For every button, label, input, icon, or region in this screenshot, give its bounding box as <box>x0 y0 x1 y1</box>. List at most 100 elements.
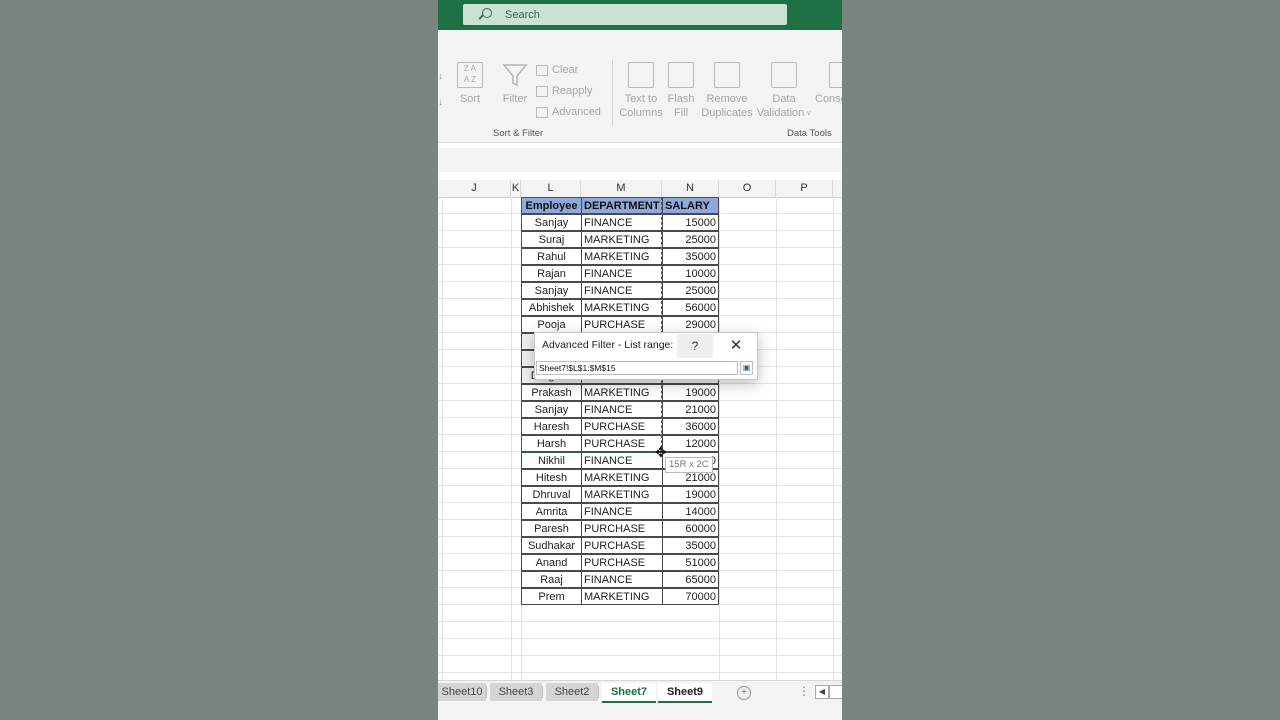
table-cell[interactable]: MARKETING <box>581 384 663 401</box>
tab-sheet2[interactable]: Sheet2 <box>546 683 599 701</box>
table-cell[interactable]: FINANCE <box>581 452 663 469</box>
table-cell[interactable]: MARKETING <box>581 486 663 503</box>
table-cell[interactable]: FINANCE <box>581 503 663 520</box>
table-cell[interactable]: 60000 <box>662 520 719 537</box>
table-cell[interactable]: 12000 <box>662 435 719 452</box>
add-sheet-icon[interactable]: + <box>737 686 751 700</box>
data-validation-button[interactable]: Data Validation ˅ <box>754 62 814 121</box>
table-cell[interactable]: MARKETING <box>581 469 663 486</box>
table-cell[interactable]: 36000 <box>662 418 719 435</box>
column-header-k[interactable]: K <box>511 180 521 197</box>
table-cell[interactable]: Sanjay <box>521 282 582 299</box>
table-cell[interactable]: Harsh <box>521 435 582 452</box>
flash-fill-button[interactable]: Flash Fill <box>666 62 696 120</box>
table-cell[interactable]: Rahul <box>521 248 582 265</box>
table-cell[interactable]: Pooja <box>521 316 582 333</box>
table-cell[interactable]: FINANCE <box>581 214 663 231</box>
table-cell[interactable]: Sanjay <box>521 401 582 418</box>
table-cell[interactable]: Rajan <box>521 265 582 282</box>
tab-sheet10[interactable]: Sheet10 <box>438 683 487 701</box>
consolidate-button[interactable]: Conso <box>815 62 842 106</box>
table-cell[interactable]: Dhruval <box>521 486 582 503</box>
table-cell[interactable]: Nikhil <box>521 452 582 469</box>
column-header-l[interactable]: L <box>521 180 581 197</box>
table-cell[interactable]: Haresh <box>521 418 582 435</box>
remove-duplicates-label-1: Remove <box>706 93 748 105</box>
header-cell[interactable]: DEPARTMENT <box>581 197 663 214</box>
table-cell[interactable]: PURCHASE <box>581 316 663 333</box>
tab-sheet9[interactable]: Sheet9 <box>658 683 712 703</box>
list-range-input[interactable] <box>536 361 738 375</box>
filter-button[interactable]: Filter <box>500 62 530 106</box>
scroll-left-icon[interactable]: ◀ <box>815 685 829 699</box>
table-cell[interactable]: 70000 <box>662 588 719 605</box>
column-header-o[interactable]: O <box>719 180 776 197</box>
gridline <box>719 197 720 680</box>
remove-duplicates-button[interactable]: Remove Duplicates <box>700 62 754 120</box>
more-options-icon[interactable]: ⋮ <box>798 684 810 698</box>
help-button[interactable]: ? <box>677 334 713 358</box>
column-header-j[interactable]: J <box>438 180 511 197</box>
table-cell[interactable]: 15000 <box>662 214 719 231</box>
table-cell[interactable]: Amrita <box>521 503 582 520</box>
table-cell[interactable]: Prem <box>521 588 582 605</box>
header-cell[interactable]: SALARY <box>662 197 719 214</box>
table-cell[interactable]: 35000 <box>662 537 719 554</box>
table-cell[interactable]: FINANCE <box>581 282 663 299</box>
table-cell[interactable]: 10000 <box>662 265 719 282</box>
table-cell[interactable]: MARKETING <box>581 231 663 248</box>
sort-button[interactable]: Z AA Z Sort <box>456 62 484 106</box>
table-cell[interactable]: MARKETING <box>581 299 663 316</box>
table-cell[interactable]: 25000 <box>662 231 719 248</box>
table-cell[interactable]: 65000 <box>662 571 719 588</box>
header-cell[interactable]: Employee <box>521 197 582 214</box>
table-cell[interactable]: Hitesh <box>521 469 582 486</box>
table-cell[interactable]: 19000 <box>662 384 719 401</box>
table-cell[interactable]: Sudhakar <box>521 537 582 554</box>
table-cell[interactable]: Suraj <box>521 231 582 248</box>
sheet-tab-bar: Sheet10 Sheet3 Sheet2 Sheet7 Sheet9 + ⋮ … <box>438 680 842 705</box>
text-to-columns-label-1: Text to <box>624 93 658 105</box>
data-tools-group-label: Data Tools <box>787 128 832 139</box>
table-cell[interactable]: 14000 <box>662 503 719 520</box>
table-cell[interactable]: 29000 <box>662 316 719 333</box>
column-header-m[interactable]: M <box>581 180 662 197</box>
table-cell[interactable]: MARKETING <box>581 588 663 605</box>
table-cell[interactable]: FINANCE <box>581 401 663 418</box>
table-cell[interactable]: 35000 <box>662 248 719 265</box>
table-cell[interactable]: Abhishek <box>521 299 582 316</box>
column-header-p[interactable]: P <box>776 180 833 197</box>
table-cell[interactable]: Prakash <box>521 384 582 401</box>
tab-sheet7[interactable]: Sheet7 <box>602 683 656 703</box>
table-cell[interactable]: 25000 <box>662 282 719 299</box>
table-cell[interactable]: Raaj <box>521 571 582 588</box>
table-cell[interactable]: MARKETING <box>581 248 663 265</box>
reapply-button[interactable]: Reapply <box>536 85 592 97</box>
close-button[interactable]: ✕ <box>721 334 751 358</box>
horizontal-scrollbar[interactable] <box>829 685 842 699</box>
table-cell[interactable]: PURCHASE <box>581 554 663 571</box>
search-box[interactable]: Search <box>463 4 787 25</box>
table-cell[interactable]: 19000 <box>662 486 719 503</box>
table-cell[interactable]: FINANCE <box>581 571 663 588</box>
advanced-filter-button[interactable]: Advanced <box>536 106 601 118</box>
table-cell[interactable]: FINANCE <box>581 265 663 282</box>
table-cell[interactable]: 21000 <box>662 401 719 418</box>
tab-sheet3[interactable]: Sheet3 <box>490 683 543 701</box>
table-cell[interactable]: Sanjay <box>521 214 582 231</box>
table-cell[interactable]: 51000 <box>662 554 719 571</box>
expand-dialog-icon[interactable]: ▣ <box>740 361 753 375</box>
table-cell[interactable]: Paresh <box>521 520 582 537</box>
remove-duplicates-icon <box>714 62 740 88</box>
table-cell[interactable]: PURCHASE <box>581 537 663 554</box>
clear-button[interactable]: Clear <box>536 64 578 76</box>
table-cell[interactable]: Anand <box>521 554 582 571</box>
sort-za-icon[interactable]: ↓ <box>438 97 443 108</box>
table-cell[interactable]: PURCHASE <box>581 520 663 537</box>
sort-az-icon[interactable]: ↓ <box>438 71 443 82</box>
column-header-n[interactable]: N <box>662 180 719 197</box>
table-cell[interactable]: PURCHASE <box>581 418 663 435</box>
table-cell[interactable]: PURCHASE <box>581 435 663 452</box>
table-cell[interactable]: 56000 <box>662 299 719 316</box>
text-to-columns-button[interactable]: Text to Columns <box>618 62 664 120</box>
